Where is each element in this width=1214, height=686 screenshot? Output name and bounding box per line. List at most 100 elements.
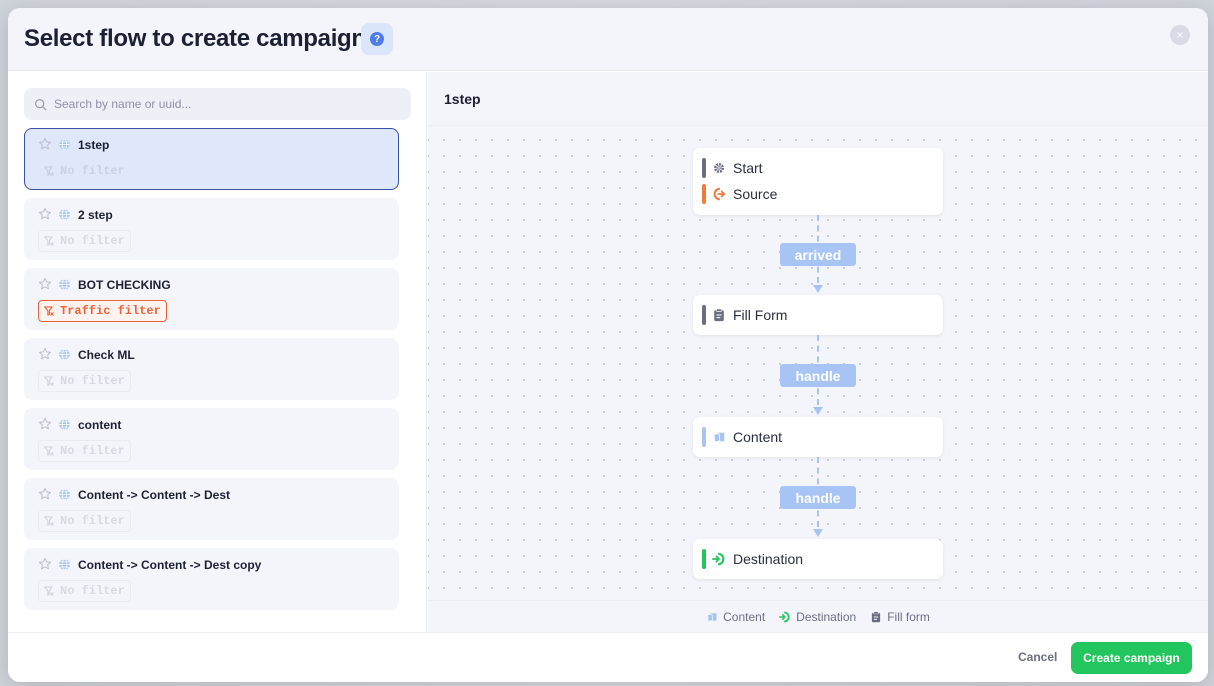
- filter-badge: No filter: [38, 160, 131, 182]
- content-icon: [707, 612, 717, 621]
- gear-icon: [712, 161, 726, 175]
- close-button[interactable]: ×: [1170, 25, 1190, 45]
- help-icon: ?: [370, 32, 384, 46]
- flow-list-item[interactable]: Content -> Content -> Dest No filter: [24, 478, 399, 540]
- filter-label: No filter: [60, 444, 125, 458]
- filter-label: No filter: [60, 234, 125, 248]
- destination-icon: [779, 611, 790, 622]
- source-icon: [712, 187, 726, 201]
- flow-name: Content -> Content -> Dest: [78, 488, 230, 502]
- flow-list-item[interactable]: Check ML No filter: [24, 338, 399, 400]
- globe-icon: [58, 418, 71, 431]
- edge-label-handle[interactable]: handle: [780, 486, 856, 509]
- globe-icon: [58, 278, 71, 291]
- filter-icon: [43, 585, 60, 597]
- start-label: Start: [733, 160, 763, 176]
- filter-label: No filter: [60, 164, 125, 178]
- legend-destination: Destination: [779, 610, 856, 624]
- star-icon[interactable]: [38, 557, 52, 571]
- flow-list-item[interactable]: 2 step No filter: [24, 198, 399, 260]
- star-icon[interactable]: [38, 417, 52, 431]
- flow-name: 2 step: [78, 208, 113, 222]
- flow-preview-pane: 1step Start Source arrived Fill Form han…: [428, 72, 1208, 632]
- filter-icon: [43, 305, 60, 317]
- filter-badge: Traffic filter: [38, 300, 167, 322]
- legend-content-label: Content: [723, 609, 766, 624]
- flow-name: 1step: [78, 138, 110, 152]
- select-flow-modal: Select flow to create campaign ? × 1step…: [8, 8, 1208, 682]
- modal-title: Select flow to create campaign: [24, 25, 366, 52]
- star-icon[interactable]: [38, 277, 52, 291]
- star-icon[interactable]: [38, 487, 52, 501]
- star-icon[interactable]: [38, 347, 52, 361]
- star-icon[interactable]: [38, 137, 52, 151]
- legend-fill-form-label: Fill form: [887, 609, 930, 624]
- clipboard-icon: [872, 610, 881, 622]
- content-node[interactable]: Content: [693, 417, 943, 457]
- source-bar: [702, 184, 706, 204]
- flow-canvas[interactable]: Start Source arrived Fill Form handle Co…: [428, 125, 1208, 600]
- search-icon: [34, 98, 47, 110]
- filter-label: Traffic filter: [60, 304, 161, 318]
- edge-arrow: [813, 285, 823, 293]
- fill-form-node[interactable]: Fill Form: [693, 295, 943, 335]
- edge-label-handle[interactable]: handle: [780, 364, 856, 387]
- globe-icon: [58, 488, 71, 501]
- start-bar: [702, 158, 706, 178]
- globe-icon: [58, 138, 71, 151]
- filter-badge: No filter: [38, 370, 131, 392]
- flow-name: content: [78, 418, 122, 432]
- content-icon: [712, 430, 726, 444]
- flow-list-item[interactable]: Content -> Content -> Dest copy No filter: [24, 548, 399, 610]
- filter-icon: [43, 165, 60, 177]
- modal-footer: Cancel Create campaign: [8, 632, 1208, 682]
- flow-list: 1step No filter 2 step No filter BOT CHECKIN…: [24, 128, 399, 618]
- edge-label-arrived[interactable]: arrived: [780, 243, 856, 266]
- preview-title: 1step: [444, 91, 481, 107]
- globe-icon: [58, 558, 71, 571]
- flow-list-item[interactable]: content No filter: [24, 408, 399, 470]
- globe-icon: [58, 208, 71, 221]
- search-input[interactable]: [54, 97, 394, 111]
- legend-fill-form: Fill form: [870, 610, 930, 624]
- flow-name: Content -> Content -> Dest copy: [78, 558, 262, 572]
- flow-list-item[interactable]: 1step No filter: [24, 128, 399, 190]
- content-bar: [702, 427, 706, 447]
- cancel-button[interactable]: Cancel: [1018, 650, 1057, 664]
- flow-name: Check ML: [78, 348, 135, 362]
- filter-icon: [43, 445, 60, 457]
- source-label: Source: [733, 186, 778, 202]
- filter-label: No filter: [60, 374, 125, 388]
- fill-form-bar: [702, 305, 706, 325]
- flow-name: BOT CHECKING: [78, 278, 171, 292]
- start-source-node[interactable]: Start Source: [693, 148, 943, 215]
- flow-list-item[interactable]: BOT CHECKING Traffic filter: [24, 268, 399, 330]
- destination-icon: [712, 552, 726, 566]
- star-icon[interactable]: [38, 207, 52, 221]
- clipboard-icon: [712, 308, 726, 322]
- node-legend: Content Destination Fill form: [428, 600, 1208, 632]
- filter-label: No filter: [60, 514, 125, 528]
- search-box: [24, 88, 411, 120]
- filter-badge: No filter: [38, 440, 131, 462]
- globe-icon: [58, 348, 71, 361]
- legend-content: Content: [706, 610, 765, 624]
- legend-destination-label: Destination: [796, 609, 857, 624]
- filter-badge: No filter: [38, 230, 131, 252]
- content-label: Content: [733, 429, 783, 445]
- create-campaign-button[interactable]: Create campaign: [1071, 642, 1192, 674]
- destination-label: Destination: [733, 551, 804, 567]
- filter-icon: [43, 515, 60, 527]
- fill-form-label: Fill Form: [733, 307, 788, 323]
- flow-list-pane: 1step No filter 2 step No filter BOT CHECKIN…: [8, 72, 427, 632]
- edge-arrow: [813, 529, 823, 537]
- destination-bar: [702, 549, 706, 569]
- filter-icon: [43, 375, 60, 387]
- modal-header: Select flow to create campaign ? ×: [8, 8, 1208, 71]
- edge-arrow: [813, 407, 823, 415]
- filter-label: No filter: [60, 584, 125, 598]
- destination-node[interactable]: Destination: [693, 539, 943, 579]
- filter-badge: No filter: [38, 510, 131, 532]
- filter-icon: [43, 235, 60, 247]
- help-button[interactable]: ?: [361, 23, 393, 55]
